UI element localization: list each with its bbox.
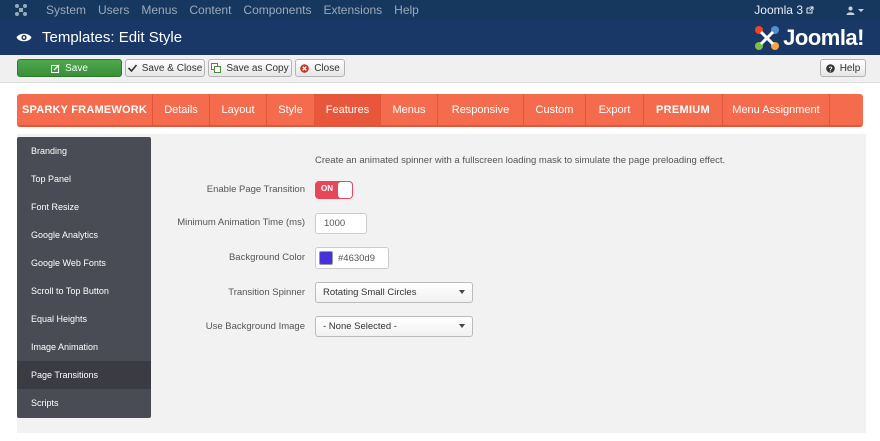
edit-icon (51, 64, 60, 73)
menu-users[interactable]: Users (98, 0, 129, 20)
save-copy-label: Save as Copy (226, 62, 289, 74)
toggle-state-label: ON (321, 184, 333, 193)
joomla-brand-text: Joomla! (783, 25, 864, 50)
help-label: Help (839, 62, 861, 74)
user-menu[interactable] (846, 6, 864, 15)
background-image-value: - None Selected - (323, 321, 397, 332)
copy-icon (211, 63, 222, 73)
save-close-button[interactable]: Save & Close (125, 59, 205, 77)
caret-down-icon (858, 9, 864, 12)
tab-custom[interactable]: Custom (524, 94, 586, 125)
section-description: Create an animated spinner with a fullsc… (315, 155, 726, 166)
save-button[interactable]: Save (17, 59, 122, 77)
caret-down-icon (459, 290, 465, 294)
background-image-label: Use Background Image (205, 321, 305, 332)
sidebar-item-scripts[interactable]: Scripts (17, 389, 151, 417)
save-close-label: Save & Close (141, 62, 203, 74)
caret-down-icon (459, 324, 465, 328)
joomla-brand-icon (755, 26, 780, 50)
tab-menu-assignment[interactable]: Menu Assignment (723, 94, 830, 125)
menu-system[interactable]: System (46, 0, 86, 20)
close-icon (300, 63, 310, 73)
page-header: Templates: Edit Style Joomla! (0, 20, 880, 55)
question-icon: ? (825, 63, 835, 73)
framework-tabs: SPARKY FRAMEWORK Details Layout Style Fe… (17, 94, 863, 127)
tab-style[interactable]: Style (267, 94, 315, 125)
menu-content[interactable]: Content (189, 0, 231, 20)
joomla-icon[interactable] (8, 0, 34, 20)
tab-export[interactable]: Export (586, 94, 644, 125)
min-animation-time-label: Minimum Animation Time (ms) (177, 217, 305, 228)
tab-details[interactable]: Details (153, 94, 210, 125)
sidebar-item-image-animation[interactable]: Image Animation (17, 333, 151, 361)
help-button[interactable]: ? Help (820, 59, 866, 77)
close-button[interactable]: Close (295, 59, 345, 77)
page-title: Templates: Edit Style (42, 29, 183, 46)
transition-spinner-label: Transition Spinner (228, 287, 305, 298)
site-link-label: Joomla 3 (754, 3, 803, 17)
toolbar: Save Save & Close Save as Copy Close ? H… (0, 55, 880, 83)
top-navbar: System Users Menus Content Components Ex… (0, 0, 880, 20)
save-label: Save (65, 62, 88, 74)
toggle-knob (338, 182, 352, 198)
external-link-icon (806, 6, 814, 14)
transition-spinner-select[interactable]: Rotating Small Circles (315, 282, 473, 303)
menu-extensions[interactable]: Extensions (323, 0, 382, 20)
tab-menus[interactable]: Menus (381, 94, 438, 125)
check-icon (127, 64, 137, 72)
background-color-picker[interactable]: #4630d9 (315, 247, 389, 269)
background-color-label: Background Color (228, 252, 305, 263)
menu-help[interactable]: Help (394, 0, 419, 20)
color-hex-value: #4630d9 (338, 252, 375, 264)
menu-menus[interactable]: Menus (141, 0, 177, 20)
eye-icon (16, 32, 34, 43)
menu-components[interactable]: Components (243, 0, 311, 20)
tab-layout[interactable]: Layout (210, 94, 267, 125)
tab-features[interactable]: Features (315, 94, 381, 125)
enable-transition-toggle[interactable]: ON (315, 181, 353, 199)
tab-premium[interactable]: PREMIUM (644, 94, 723, 125)
tab-sparky-framework[interactable]: SPARKY FRAMEWORK (17, 94, 153, 125)
features-sidebar: Branding Top Panel Font Resize Google An… (17, 137, 151, 418)
svg-text:?: ? (828, 66, 832, 73)
tab-responsive[interactable]: Responsive (438, 94, 524, 125)
enable-transition-label: Enable Page Transition (206, 184, 305, 195)
sidebar-item-branding[interactable]: Branding (17, 137, 151, 165)
min-animation-time-input[interactable]: 1000 (315, 213, 367, 234)
save-copy-button[interactable]: Save as Copy (208, 59, 292, 77)
close-label: Close (314, 62, 340, 74)
joomla-logo: Joomla! (753, 23, 864, 53)
color-swatch[interactable] (319, 251, 333, 265)
background-image-select[interactable]: - None Selected - (315, 316, 473, 337)
sidebar-item-page-transitions[interactable]: Page Transitions (17, 361, 151, 389)
user-icon (846, 6, 855, 15)
site-link[interactable]: Joomla 3 (754, 3, 814, 17)
transition-spinner-value: Rotating Small Circles (323, 287, 417, 298)
